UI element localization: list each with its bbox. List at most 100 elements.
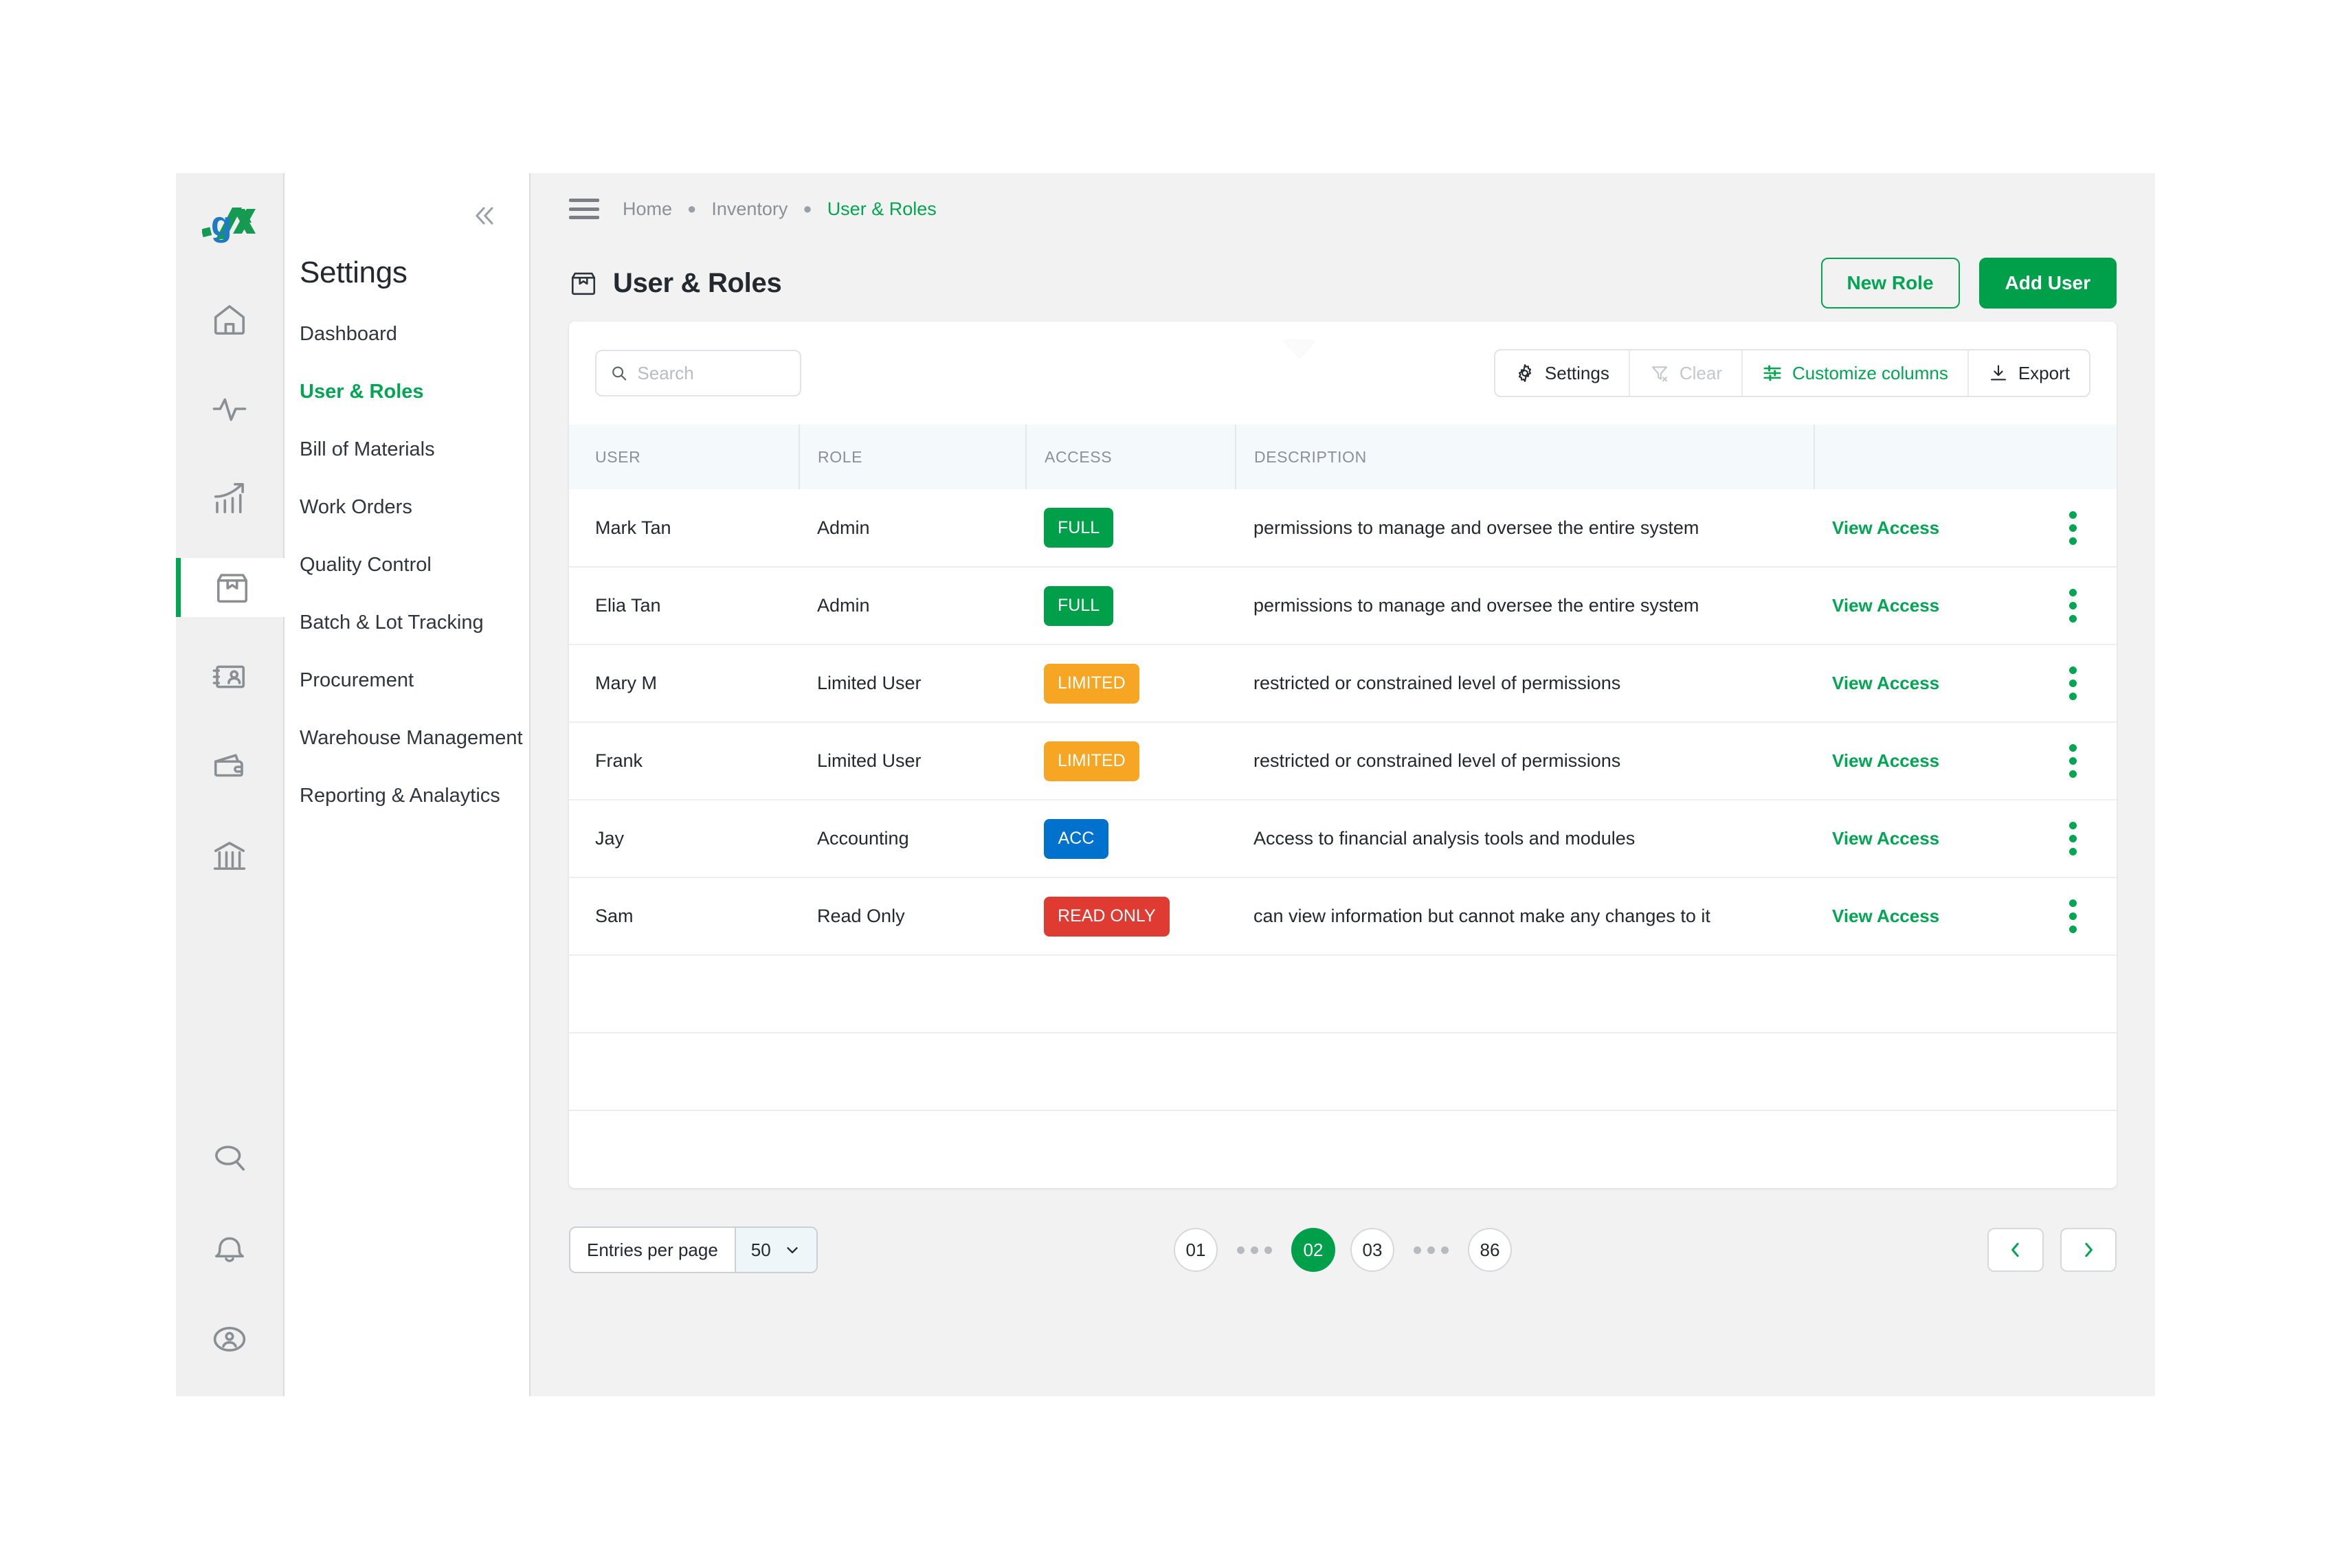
submenu-item-batch-and-lot-tracking[interactable]: Batch & Lot Tracking [285, 612, 529, 634]
clear-filters-button[interactable]: Clear [1630, 350, 1743, 396]
package-box-icon [571, 272, 596, 295]
cell-role: Limited User [817, 750, 922, 771]
search-icon [612, 366, 627, 381]
column-header-description[interactable]: DESCRIPTION [1235, 425, 1814, 489]
submenu-item-reporting-and-analytics[interactable]: Reporting & Analaytics [285, 785, 529, 807]
new-role-button[interactable]: New Role [1820, 258, 1960, 309]
column-header-access[interactable]: ACCESS [1025, 425, 1236, 489]
clear-filters-label: Clear [1679, 362, 1722, 383]
view-access-link[interactable]: View Access [1832, 750, 1939, 771]
table-body: Mark Tan Admin FULL permissions to manag… [569, 489, 2117, 1188]
cell-view-access: View Access [1814, 645, 2041, 722]
cell-role: Accounting [817, 828, 909, 849]
breadcrumb-separator: ● [687, 200, 697, 217]
table-row-empty [569, 955, 2117, 1033]
package-box-icon [216, 574, 247, 603]
submenu-item-dashboard[interactable]: Dashboard [285, 323, 529, 346]
bell-icon [215, 1237, 244, 1262]
cell-role: Read Only [817, 906, 905, 926]
submenu-item-work-orders[interactable]: Work Orders [285, 496, 529, 519]
pagination-nav [1987, 1228, 2117, 1272]
kebab-menu-icon[interactable] [2059, 899, 2086, 933]
page-button-03[interactable]: 03 [1350, 1228, 1394, 1272]
app-window: g Settings Dashboard User & Roles Bill o… [176, 173, 2155, 1396]
cell-user: Frank [595, 750, 643, 771]
kebab-menu-icon[interactable] [2059, 744, 2086, 778]
cell-description: Access to financial analysis tools and m… [1253, 828, 1636, 849]
breadcrumb-item-inventory[interactable]: Inventory [711, 199, 788, 220]
sliders-icon [1763, 365, 1781, 381]
prev-page-button[interactable] [1987, 1228, 2044, 1272]
table-row[interactable]: Mary M Limited User LIMITED restricted o… [569, 645, 2117, 722]
customize-columns-button[interactable]: Customize columns [1743, 350, 1969, 396]
hamburger-menu-icon[interactable] [569, 199, 599, 219]
rail-item-activity[interactable] [176, 379, 284, 438]
page-button-86[interactable]: 86 [1468, 1228, 1512, 1272]
submenu-item-user-and-roles[interactable]: User & Roles [285, 381, 529, 403]
cell-access: READ ONLY [1026, 877, 1236, 955]
submenu-item-quality-control[interactable]: Quality Control [285, 554, 529, 576]
page-title: User & Roles [613, 267, 782, 298]
cell-description: permissions to manage and oversee the en… [1253, 595, 1699, 616]
cell-user: Mary M [595, 673, 657, 693]
view-access-link[interactable]: View Access [1832, 828, 1939, 849]
search-input[interactable] [637, 362, 786, 384]
view-access-link[interactable]: View Access [1832, 517, 1939, 538]
view-access-link[interactable]: View Access [1832, 595, 1939, 616]
table-head: USER ROLE ACCESS DESCRIPTION [569, 425, 2117, 489]
kebab-menu-icon[interactable] [2059, 667, 2086, 700]
view-access-link[interactable]: View Access [1832, 673, 1939, 693]
column-header-user[interactable]: USER [569, 425, 799, 489]
rail-item-finance[interactable] [176, 826, 284, 885]
view-access-link[interactable]: View Access [1832, 906, 1939, 926]
rail-item-analytics[interactable] [176, 469, 284, 528]
page-button-01[interactable]: 01 [1174, 1228, 1218, 1272]
cell-description: restricted or constrained level of permi… [1253, 673, 1621, 693]
rail-item-account[interactable] [176, 1310, 284, 1369]
rail-item-notifications[interactable] [176, 1219, 284, 1278]
kebab-menu-icon[interactable] [2059, 822, 2086, 855]
download-icon [1990, 365, 2006, 381]
entries-per-page-control[interactable]: Entries per page 50 [569, 1227, 818, 1273]
cell-view-access: View Access [1814, 877, 2041, 955]
export-button[interactable]: Export [1969, 350, 2089, 396]
page-button-02[interactable]: 02 [1291, 1228, 1335, 1272]
submenu-title: Settings [300, 256, 408, 289]
rail-item-contacts[interactable] [176, 647, 284, 706]
chevron-double-left-icon [476, 207, 493, 225]
submenu-item-procurement[interactable]: Procurement [285, 669, 529, 692]
chevron-left-icon [2011, 1242, 2019, 1257]
next-page-button[interactable] [2060, 1228, 2117, 1272]
trending-chart-icon [214, 482, 244, 514]
table-row[interactable]: Frank Limited User LIMITED restricted or… [569, 722, 2117, 800]
rail-item-inventory[interactable] [176, 558, 285, 617]
settings-button[interactable]: Settings [1495, 350, 1630, 396]
table-row[interactable]: Sam Read Only READ ONLY can view informa… [569, 877, 2117, 955]
entries-per-page-value: 50 [750, 1239, 771, 1260]
rail-item-search[interactable] [176, 1128, 284, 1187]
submenu-item-warehouse-management[interactable]: Warehouse Management [285, 727, 529, 750]
settings-button-label: Settings [1544, 362, 1609, 383]
kebab-menu-icon[interactable] [2059, 511, 2086, 545]
cell-access: FULL [1026, 489, 1236, 567]
chevron-right-icon [2085, 1242, 2093, 1257]
table-row-empty [569, 1110, 2117, 1188]
table-row[interactable]: Elia Tan Admin FULL permissions to manag… [569, 567, 2117, 645]
column-header-role[interactable]: ROLE [799, 425, 1026, 489]
cell-role: Admin [817, 517, 870, 538]
rail-item-home[interactable] [176, 290, 284, 349]
add-user-button[interactable]: Add User [1978, 258, 2117, 309]
collapse-sidebar-button[interactable] [465, 197, 503, 235]
breadcrumb-item-user-and-roles: User & Roles [827, 198, 937, 219]
table-row[interactable]: Jay Accounting ACC Access to financial a… [569, 800, 2117, 877]
table-footer: Entries per page 50 01 02 03 86 [569, 1213, 2117, 1287]
entries-per-page-select[interactable]: 50 [734, 1228, 816, 1272]
kebab-menu-icon[interactable] [2059, 589, 2086, 623]
rail-item-wallet[interactable] [176, 737, 284, 796]
cell-description: restricted or constrained level of permi… [1253, 750, 1621, 771]
rail-bottom-group [176, 1128, 284, 1396]
breadcrumb-item-home[interactable]: Home [623, 199, 672, 220]
table-row[interactable]: Mark Tan Admin FULL permissions to manag… [569, 489, 2117, 567]
submenu-item-bill-of-materials[interactable]: Bill of Materials [285, 438, 529, 461]
search-box[interactable] [595, 350, 801, 396]
